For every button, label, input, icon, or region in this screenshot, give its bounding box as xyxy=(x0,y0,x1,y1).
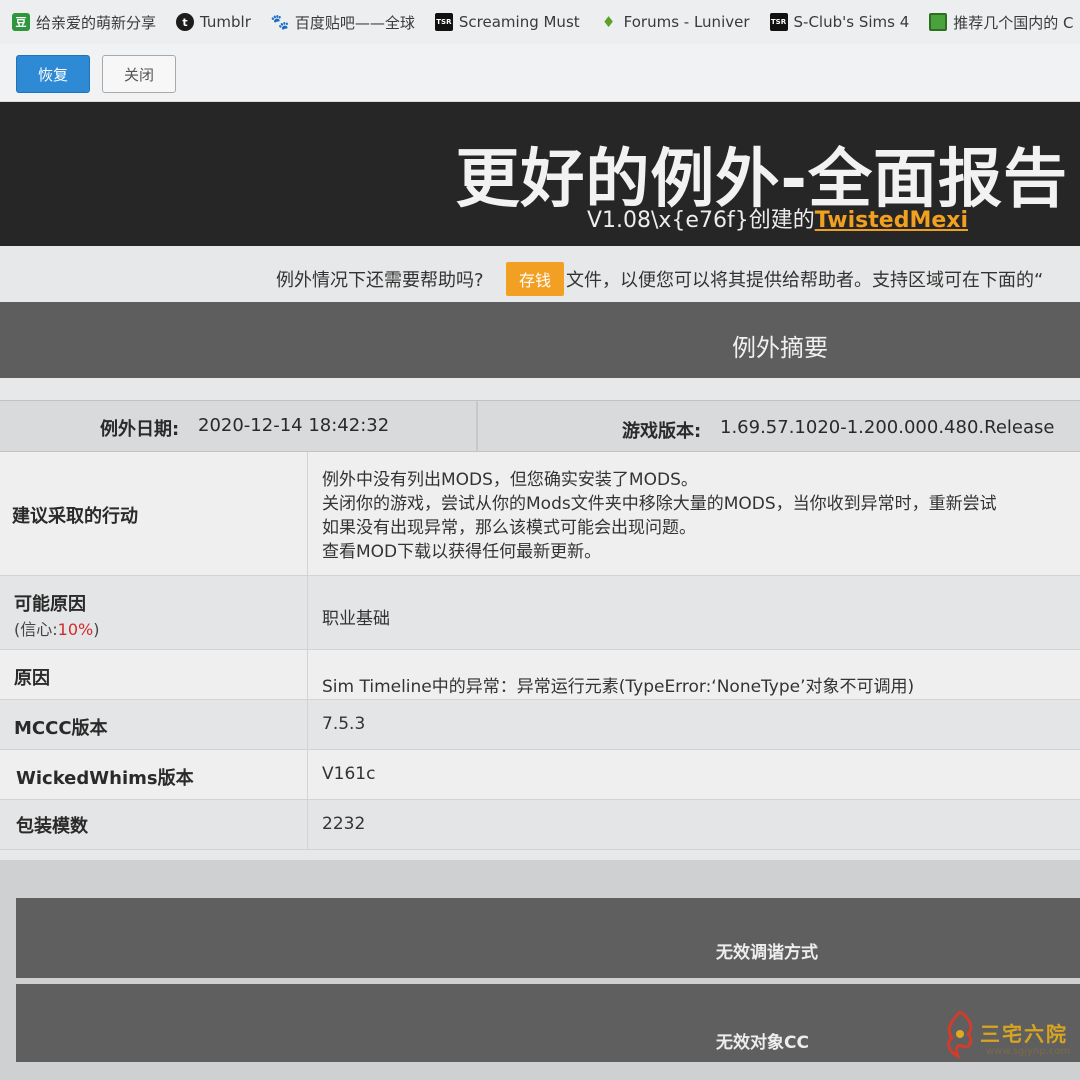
summary-title: 例外摘要 xyxy=(732,334,828,362)
bookmark-forums-luniver[interactable]: ♦ Forums - Luniver xyxy=(592,7,762,37)
tumblr-icon: t xyxy=(176,13,195,31)
details-table: 建议采取的行动 例外中没有列出MODS，但您确实安装了MODS。 关闭你的游戏，… xyxy=(0,452,1080,850)
possible-cause-value: 职业基础 xyxy=(322,609,390,629)
mccc-version-value: 7.5.3 xyxy=(322,714,366,734)
exception-date-label: 例外日期: xyxy=(100,419,180,440)
notification-bar: 恢复 关闭 xyxy=(0,44,1080,102)
accordion-invalid-tuning[interactable]: 无效调谐方式 xyxy=(16,898,1080,978)
page-subtitle: V1.08\x{e76f}创建的TwistedMexi xyxy=(587,202,968,234)
close-button[interactable]: 关闭 xyxy=(102,55,176,93)
bookmark-label: Tumblr xyxy=(200,13,251,31)
author-link[interactable]: TwistedMexi xyxy=(815,208,968,233)
package-count-value: 2232 xyxy=(322,814,366,834)
accordion-invalid-object-cc[interactable]: 无效对象CC xyxy=(16,984,1080,1062)
bookmark-screaming-mustard[interactable]: TSR Screaming Must xyxy=(427,7,592,37)
save-button[interactable]: 存钱 xyxy=(506,262,564,296)
wickedwhims-version-value: V161c xyxy=(322,764,376,784)
help-text-suffix: 文件，以便您可以将其提供给帮助者。支持区域可在下面的“ xyxy=(566,270,1044,291)
accordion-title: 无效调谐方式 xyxy=(716,943,818,963)
summary-section-header: 例外摘要 xyxy=(0,302,1080,378)
bookmark-tumblr[interactable]: t Tumblr xyxy=(168,7,263,37)
watermark: 三宅六院 www.sgjynp.com xyxy=(940,1008,1070,1064)
table-row-package-count: 包装模数 2232 xyxy=(0,800,1080,850)
bookmark-recommend[interactable]: 推荐几个国内的 C xyxy=(921,7,1080,37)
divider xyxy=(476,401,478,453)
subtitle-prefix: V1.08\x{e76f}创建的 xyxy=(586,208,815,233)
game-version-label: 游戏版本: xyxy=(622,421,702,442)
bookmark-label: 推荐几个国内的 C xyxy=(953,13,1074,32)
bookmark-baidu-tieba[interactable]: 🐾 百度贴吧——全球 xyxy=(263,7,427,37)
row-label: 可能原因 (信心:10%) xyxy=(0,576,308,649)
row-label: MCCC版本 xyxy=(0,700,308,749)
table-row-mccc-version: MCCC版本 7.5.3 xyxy=(0,700,1080,750)
bookmark-label: 给亲爱的萌新分享 xyxy=(36,13,157,32)
exception-meta-row: 例外日期: 2020-12-14 18:42:32 游戏版本: 1.69.57.… xyxy=(0,400,1080,453)
baidu-paw-icon: 🐾 xyxy=(270,13,290,31)
row-label: 原因 xyxy=(0,650,308,699)
watermark-text: 三宅六院 xyxy=(980,1022,1068,1046)
reason-value: Sim Timeline中的异常：异常运行元素(TypeError:‘NoneT… xyxy=(322,677,915,697)
table-row-suggested-action: 建议采取的行动 例外中没有列出MODS，但您确实安装了MODS。 关闭你的游戏，… xyxy=(0,452,1080,576)
confidence-text: (信心:10%) xyxy=(14,620,100,639)
bookmark-label: Screaming Must xyxy=(458,13,580,31)
bookmark-label: 百度贴吧——全球 xyxy=(294,13,415,32)
exception-date-value: 2020-12-14 18:42:32 xyxy=(198,415,390,436)
bookmark-label: S-Club's Sims 4 xyxy=(793,13,910,31)
watermark-logo-icon xyxy=(947,1010,973,1059)
accordion-title: 无效对象CC xyxy=(716,1033,809,1053)
suggested-action-text: 例外中没有列出MODS，但您确实安装了MODS。 关闭你的游戏，尝试从你的Mod… xyxy=(322,470,997,562)
bookmarks-bar: 豆 给亲爱的萌新分享 t Tumblr 🐾 百度贴吧——全球 TSR Screa… xyxy=(0,0,1080,44)
help-strip: 例外情况下还需要帮助吗? 存钱 文件，以便您可以将其提供给帮助者。支持区域可在下… xyxy=(0,246,1080,302)
restore-button[interactable]: 恢复 xyxy=(16,55,90,93)
table-row-reason: 原因 Sim Timeline中的异常：异常运行元素(TypeError:‘No… xyxy=(0,650,1080,700)
minecraft-icon xyxy=(929,13,948,31)
row-label: 建议采取的行动 xyxy=(0,452,308,575)
help-text-prefix: 例外情况下还需要帮助吗? xyxy=(276,270,484,291)
watermark-url: www.sgjynp.com xyxy=(986,1046,1071,1057)
game-version-value: 1.69.57.1020-1.200.000.480.Release xyxy=(720,417,1055,438)
leaf-icon: ♦ xyxy=(601,13,616,31)
tsr-icon: TSR xyxy=(769,13,788,31)
row-label: WickedWhims版本 xyxy=(0,750,308,799)
douban-icon: 豆 xyxy=(12,13,30,31)
confidence-percent: 10% xyxy=(57,620,94,639)
bookmark-label: Forums - Luniver xyxy=(623,13,750,31)
table-row-wickedwhims-version: WickedWhims版本 V161c xyxy=(0,750,1080,800)
row-label: 包装模数 xyxy=(0,800,308,849)
table-row-possible-cause: 可能原因 (信心:10%) 职业基础 xyxy=(0,576,1080,650)
bookmark-s-club-sims4[interactable]: TSR S-Club's Sims 4 xyxy=(762,7,922,37)
report-header: 更好的例外-全面报告 V1.08\x{e76f}创建的TwistedMexi xyxy=(0,102,1080,246)
bookmark-douban[interactable]: 豆 给亲爱的萌新分享 xyxy=(4,7,168,37)
tsr-icon: TSR xyxy=(434,13,453,31)
